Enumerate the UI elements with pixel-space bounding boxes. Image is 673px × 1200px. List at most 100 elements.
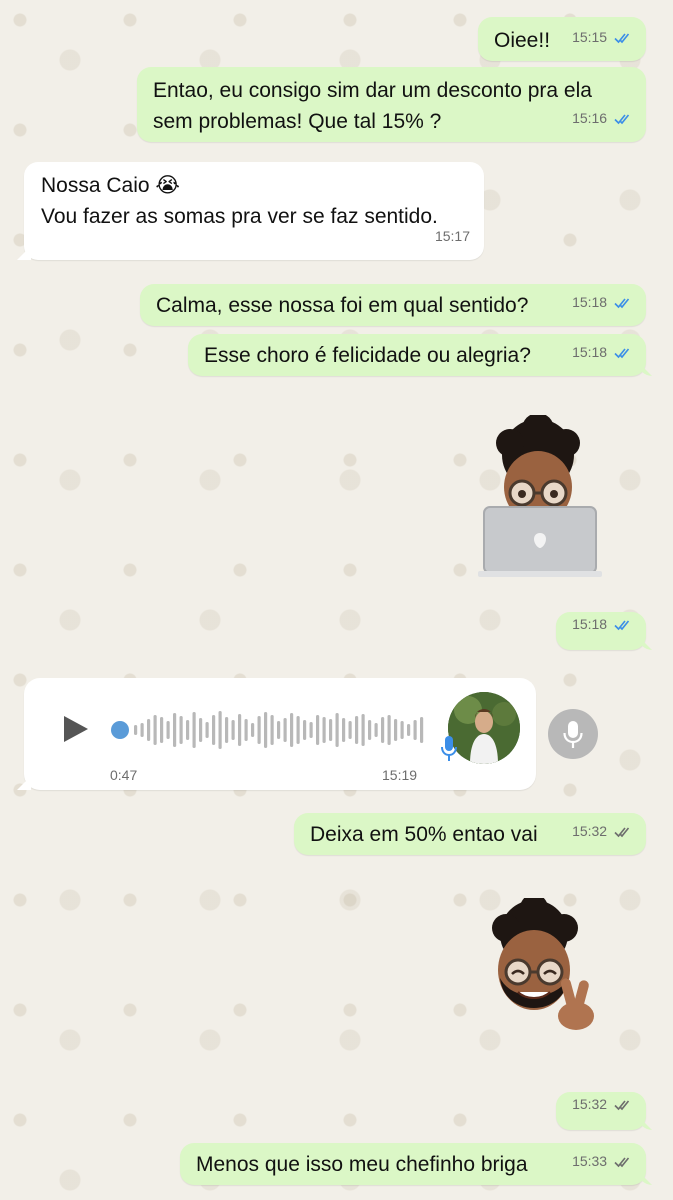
message-time: 15:17	[434, 228, 470, 244]
message-text: Menos que isso meu chefinho briga	[196, 1153, 528, 1176]
waveform-bar	[173, 713, 177, 747]
message-time: 15:16	[572, 110, 608, 126]
message-time: 15:18	[572, 294, 608, 310]
waveform-bar	[205, 722, 209, 738]
message-text: Oiee!!	[494, 29, 551, 52]
waveform-bar	[322, 717, 326, 743]
waveform-bar	[407, 724, 411, 736]
waveform-bar	[153, 715, 157, 745]
waveform-bar	[381, 717, 385, 743]
waveform-bar	[225, 717, 229, 743]
waveform-bar	[361, 714, 365, 746]
waveform-bar	[166, 721, 170, 739]
message-meta: 15:32	[572, 816, 632, 847]
message-text: Esse choro é felicidade ou alegria?	[204, 344, 531, 367]
message-meta: 15:18	[572, 287, 632, 318]
double-check-icon	[614, 827, 630, 838]
waveform-bar	[368, 720, 372, 740]
message-meta: 15:18	[572, 609, 632, 640]
waveform-bar	[199, 718, 203, 742]
sender-avatar[interactable]	[448, 692, 520, 764]
waveform-bar	[342, 718, 346, 742]
message-meta: 15:15	[572, 22, 632, 53]
waveform-bar	[212, 715, 216, 745]
message-bubble-outgoing[interactable]: 15:32	[556, 1092, 646, 1130]
waveform-bar	[394, 719, 398, 741]
waveform-bar	[400, 721, 404, 739]
waveform-bar	[140, 723, 144, 737]
play-icon[interactable]	[62, 714, 90, 744]
message-text-line: Vou fazer as somas pra ver se faz sentid…	[41, 205, 438, 228]
double-check-icon	[614, 114, 630, 125]
chat-thread[interactable]: Oiee!! 15:15 Entao, eu consigo sim dar u…	[0, 0, 673, 1200]
message-meta: 15:18	[572, 337, 632, 368]
waveform-bar	[160, 717, 164, 743]
waveform-bar	[186, 720, 190, 740]
waveform-bar	[283, 718, 287, 742]
voice-duration: 0:47	[110, 767, 138, 783]
message-text: Deixa em 50% entao vai	[310, 823, 538, 846]
waveform-bar	[257, 716, 261, 744]
message-time: 15:18	[572, 616, 608, 632]
message-text-line: Entao, eu consigo sim dar um desconto pr…	[153, 79, 592, 102]
waveform-bar	[231, 720, 235, 740]
waveform-bar	[387, 715, 391, 745]
voice-message-bubble[interactable]: 0:47 15:19	[24, 678, 536, 790]
waveform-bar	[420, 717, 424, 743]
waveform-bar	[264, 712, 268, 748]
waveform-bar	[179, 716, 183, 744]
waveform-bar	[134, 725, 138, 735]
waveform-bar	[309, 722, 313, 738]
message-time: 15:15	[572, 29, 608, 45]
waveform-bar	[303, 720, 307, 740]
message-text: Calma, esse nossa foi em qual sentido?	[156, 294, 529, 317]
transcribe-button[interactable]	[548, 709, 598, 759]
message-time: 15:32	[572, 823, 608, 839]
waveform-bar	[238, 714, 242, 746]
waveform-bar	[270, 715, 274, 745]
waveform-bar	[277, 721, 281, 739]
message-bubble-outgoing[interactable]: Calma, esse nossa foi em qual sentido? 1…	[140, 284, 646, 326]
waveform-bar	[348, 721, 352, 739]
waveform-bar	[147, 719, 151, 741]
waveform-bar	[413, 720, 417, 740]
double-check-icon	[614, 298, 630, 309]
message-bubble-outgoing[interactable]: Menos que isso meu chefinho briga 15:33	[180, 1143, 646, 1185]
avatar-photo	[448, 692, 520, 764]
memoji-laptop-illustration	[478, 413, 602, 577]
memoji-laptop-sticker[interactable]	[470, 413, 610, 580]
message-bubble-outgoing[interactable]: Oiee!! 15:15	[478, 17, 646, 61]
waveform-bar	[244, 719, 248, 741]
message-text-line: Nossa Caio 😭	[41, 174, 180, 197]
waveform-bar	[355, 716, 359, 744]
message-meta: 15:16	[572, 103, 632, 134]
message-bubble-outgoing[interactable]: Deixa em 50% entao vai 15:32	[294, 813, 646, 855]
playback-scrubber	[111, 721, 129, 739]
voice-waveform[interactable]	[108, 708, 438, 752]
memoji-peace-sign-sticker[interactable]	[476, 894, 606, 1038]
message-meta: 15:17	[435, 221, 470, 252]
waveform-bar	[218, 711, 222, 749]
message-time: 15:19	[382, 767, 418, 783]
message-bubble-outgoing[interactable]: 15:18	[556, 612, 646, 650]
double-check-icon	[614, 348, 630, 359]
message-bubble-outgoing[interactable]: Entao, eu consigo sim dar um desconto pr…	[137, 67, 646, 142]
waveform-bar	[192, 712, 196, 748]
waveform-bar	[335, 713, 339, 747]
waveform-bar	[374, 723, 378, 737]
message-text-line: sem problemas! Que tal 15% ?	[153, 110, 442, 133]
message-meta: 15:33	[572, 1146, 632, 1177]
microphone-icon	[441, 736, 457, 761]
double-check-icon	[614, 1100, 630, 1111]
double-check-icon	[614, 620, 630, 631]
message-time: 15:18	[572, 344, 608, 360]
double-check-icon	[614, 33, 630, 44]
message-time: 15:32	[572, 1096, 608, 1112]
waveform-bar	[290, 713, 294, 747]
message-bubble-outgoing[interactable]: Esse choro é felicidade ou alegria? 15:1…	[188, 334, 646, 376]
message-bubble-incoming[interactable]: Nossa Caio 😭 Vou fazer as somas pra ver …	[24, 162, 484, 260]
memoji-peace-illustration	[492, 894, 594, 1030]
double-check-icon	[614, 1157, 630, 1168]
microphone-icon	[563, 721, 583, 748]
waveform-bar	[296, 716, 300, 744]
